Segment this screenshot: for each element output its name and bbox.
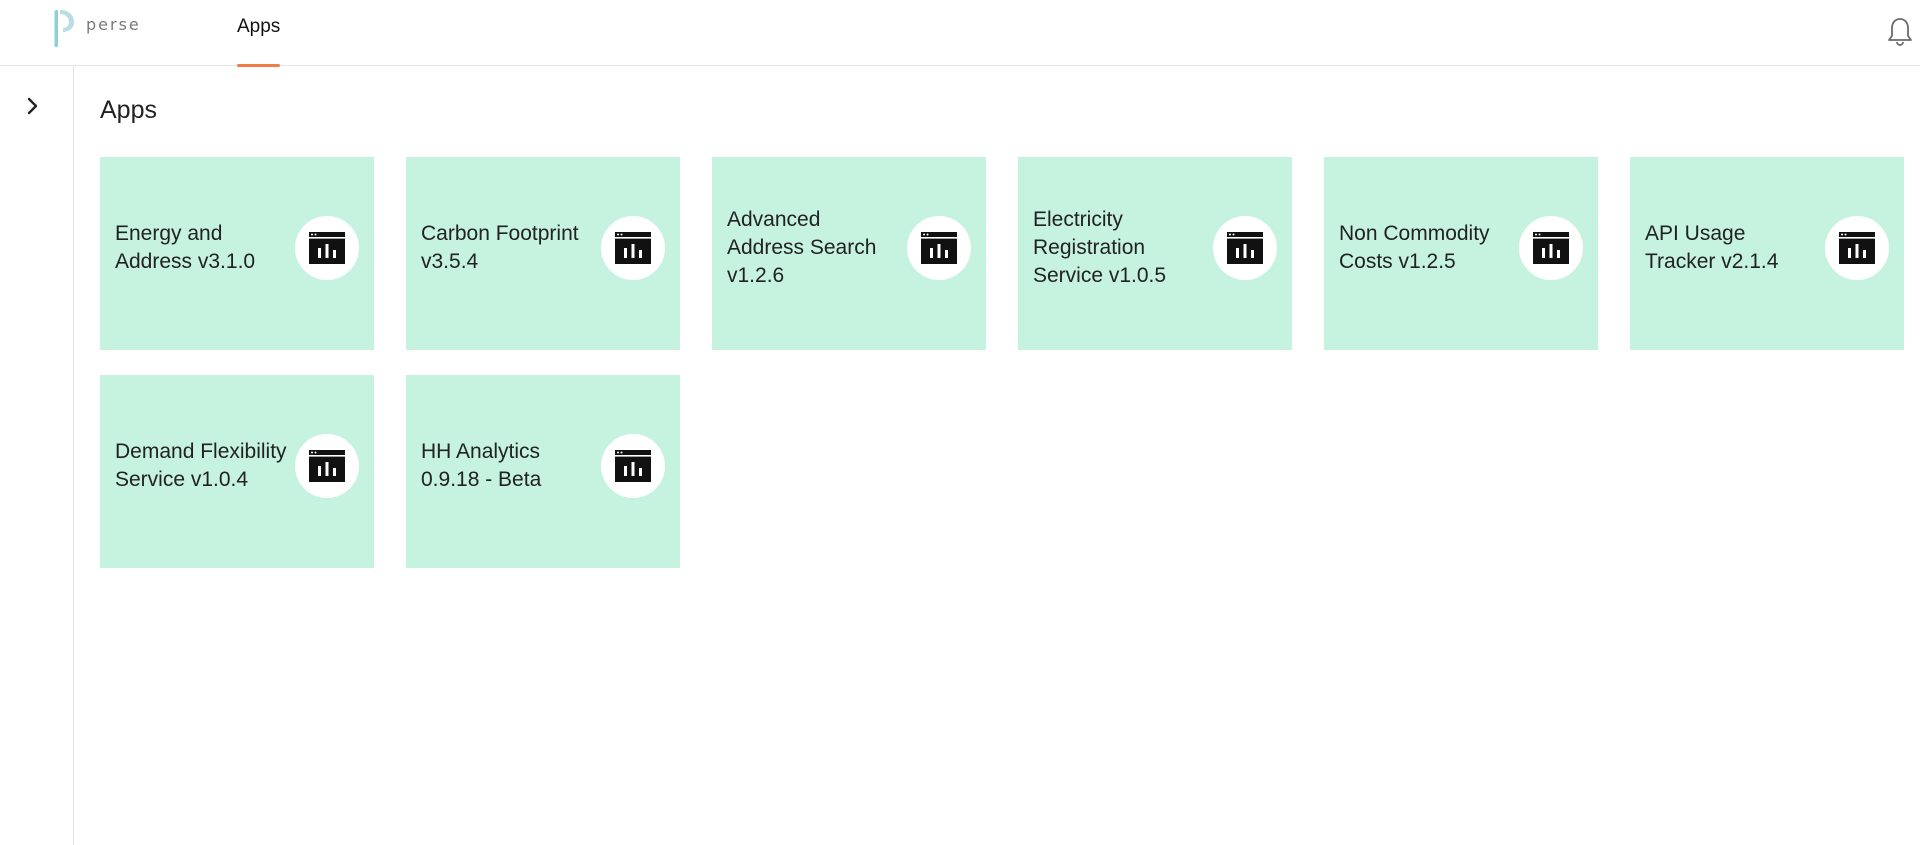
app-card-icon-badge	[601, 433, 665, 498]
dashboard-chart-icon	[615, 449, 651, 482]
app-card[interactable]: HH Analytics 0.9.18 - Beta	[406, 375, 680, 568]
top-bar: perse Apps	[0, 0, 1920, 67]
app-card-icon-badge	[601, 215, 665, 280]
chevron-right-icon[interactable]	[20, 94, 44, 118]
app-card-icon-badge	[1825, 215, 1889, 280]
logo-text: perse	[86, 15, 141, 34]
sidebar	[0, 66, 74, 845]
app-card-icon-badge	[295, 433, 359, 498]
active-tab-indicator	[237, 64, 281, 67]
app-card-title: HH Analytics 0.9.18 - Beta	[421, 439, 542, 491]
perse-logo-icon	[54, 10, 74, 48]
tab-apps[interactable]: Apps	[237, 0, 281, 67]
app-card[interactable]: Electricity Registration Service v1.0.5	[1018, 157, 1292, 350]
app-card-title: Demand Flexibility Service v1.0.4	[115, 439, 287, 491]
app-card[interactable]: API Usage Tracker v2.1.4	[1630, 157, 1904, 350]
app-card-icon-badge	[1519, 215, 1583, 280]
dashboard-chart-icon	[921, 231, 957, 264]
bell-icon[interactable]	[1886, 16, 1914, 46]
app-card-title: Electricity Registration Service v1.0.5	[1033, 207, 1167, 287]
dashboard-chart-icon	[309, 231, 345, 264]
app-card[interactable]: Carbon Footprint v3.5.4	[406, 157, 680, 350]
app-card-title: API Usage Tracker v2.1.4	[1645, 221, 1779, 273]
page-title: Apps	[100, 96, 157, 124]
dashboard-chart-icon	[1839, 231, 1875, 264]
app-card-grid: Energy and Address v3.1.0 Carbon Footpri…	[100, 157, 1910, 568]
app-card-title: Non Commodity Costs v1.2.5	[1339, 221, 1490, 273]
dashboard-chart-icon	[615, 231, 651, 264]
dashboard-chart-icon	[309, 449, 345, 482]
app-card-icon-badge	[295, 215, 359, 280]
dashboard-chart-icon	[1227, 231, 1263, 264]
app-card-icon-badge	[1213, 215, 1277, 280]
app-card[interactable]: Advanced Address Search v1.2.6	[712, 157, 986, 350]
app-card-icon-badge	[907, 215, 971, 280]
perse-logo[interactable]: perse	[52, 8, 141, 48]
app-card-title: Energy and Address v3.1.0	[115, 221, 256, 273]
tab-apps-label: Apps	[237, 16, 281, 37]
app-card[interactable]: Non Commodity Costs v1.2.5	[1324, 157, 1598, 350]
app-card[interactable]: Demand Flexibility Service v1.0.4	[100, 375, 374, 568]
app-card-title: Carbon Footprint v3.5.4	[421, 221, 579, 273]
app-card-title: Advanced Address Search v1.2.6	[727, 207, 877, 287]
dashboard-chart-icon	[1533, 231, 1569, 264]
app-card[interactable]: Energy and Address v3.1.0	[100, 157, 374, 350]
